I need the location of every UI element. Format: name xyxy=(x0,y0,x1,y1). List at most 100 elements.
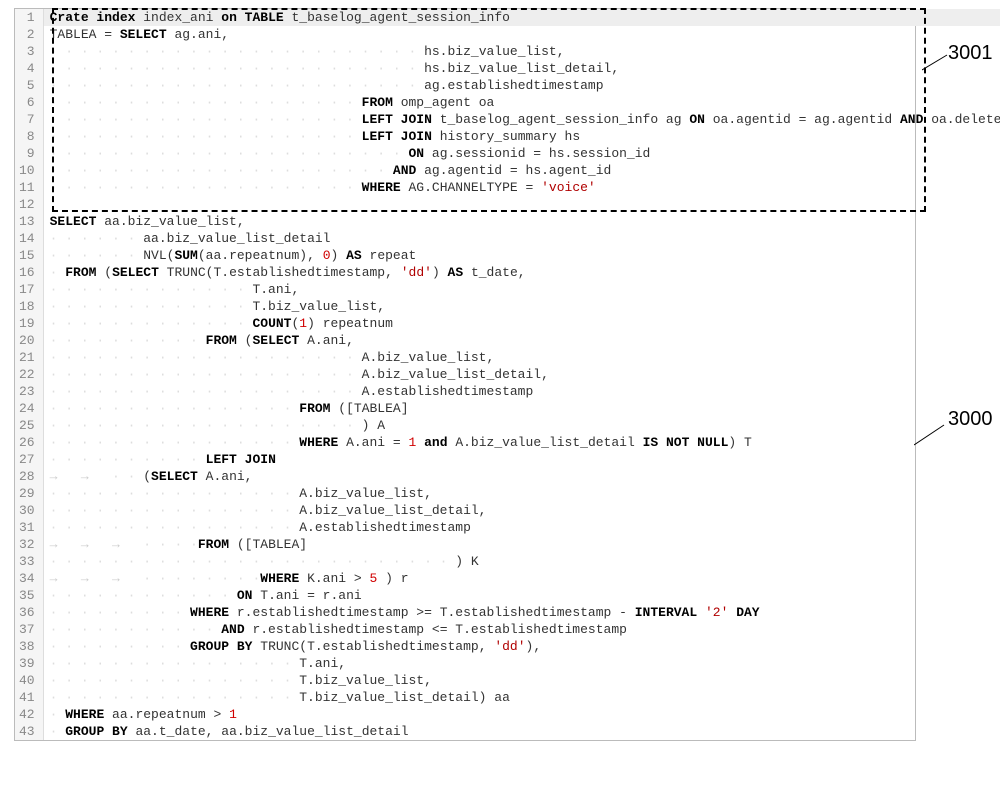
code-content: · GROUP BY aa.t_date, aa.biz_value_list_… xyxy=(43,723,1000,740)
page-root: 1Crate index index_ani on TABLE t_baselo… xyxy=(0,0,1000,804)
line-number: 13 xyxy=(15,213,43,230)
code-line: 15· · · · · · NVL(SUM(aa.repeatnum), 0) … xyxy=(15,247,1000,264)
code-line: 14· · · · · · aa.biz_value_list_detail xyxy=(15,230,1000,247)
code-line: 31· · · · · · · · · · · · · · · · A.esta… xyxy=(15,519,1000,536)
code-line: 8· · · · · · · · · · · · · · · · · · · ·… xyxy=(15,128,1000,145)
line-number: 42 xyxy=(15,706,43,723)
code-line: 9· · · · · · · · · · · · · · · · · · · ·… xyxy=(15,145,1000,162)
line-number: 27 xyxy=(15,451,43,468)
code-table: 1Crate index index_ani on TABLE t_baselo… xyxy=(15,9,1000,740)
line-number: 16 xyxy=(15,264,43,281)
line-number: 22 xyxy=(15,366,43,383)
code-content: → → · · (SELECT A.ani, xyxy=(43,468,1000,485)
code-line: 21· · · · · · · · · · · · · · · · · · · … xyxy=(15,349,1000,366)
line-number: 38 xyxy=(15,638,43,655)
code-line: 11· · · · · · · · · · · · · · · · · · · … xyxy=(15,179,1000,196)
code-content: · FROM (SELECT TRUNC(T.establishedtimest… xyxy=(43,264,1000,281)
code-line: 13SELECT aa.biz_value_list, xyxy=(15,213,1000,230)
code-line: 4· · · · · · · · · · · · · · · · · · · ·… xyxy=(15,60,1000,77)
code-content: · · · · · · · · · · · · · · · · · · · · … xyxy=(43,417,1000,434)
line-number: 29 xyxy=(15,485,43,502)
line-number: 25 xyxy=(15,417,43,434)
line-number: 35 xyxy=(15,587,43,604)
line-number: 24 xyxy=(15,400,43,417)
code-content: · · · · · · · · · · · · · · · · T.biz_va… xyxy=(43,689,1000,706)
line-number: 3 xyxy=(15,43,43,60)
code-line: 32→ → → · · · ·FROM ([TABLEA] xyxy=(15,536,1000,553)
code-line: 29· · · · · · · · · · · · · · · · A.biz_… xyxy=(15,485,1000,502)
code-line: 27· · · · · · · · · · LEFT JOIN xyxy=(15,451,1000,468)
code-content: SELECT aa.biz_value_list, xyxy=(43,213,1000,230)
line-number: 14 xyxy=(15,230,43,247)
line-number: 39 xyxy=(15,655,43,672)
code-content: · · · · · · · · · · · · · · · · · · · · … xyxy=(43,128,1000,145)
code-content: · WHERE aa.repeatnum > 1 xyxy=(43,706,1000,723)
code-line: 28→ → · · (SELECT A.ani, xyxy=(15,468,1000,485)
code-line: 5· · · · · · · · · · · · · · · · · · · ·… xyxy=(15,77,1000,94)
code-content: Crate index index_ani on TABLE t_baselog… xyxy=(43,9,1000,26)
code-content: · · · · · · · · · · · · · · · · T.biz_va… xyxy=(43,672,1000,689)
line-number: 1 xyxy=(15,9,43,26)
code-line: 10· · · · · · · · · · · · · · · · · · · … xyxy=(15,162,1000,179)
code-content: · · · · · · aa.biz_value_list_detail xyxy=(43,230,1000,247)
line-number: 17 xyxy=(15,281,43,298)
line-number: 8 xyxy=(15,128,43,145)
code-line: 25· · · · · · · · · · · · · · · · · · · … xyxy=(15,417,1000,434)
code-content: · · · · · · · · · · · · · COUNT(1) repea… xyxy=(43,315,1000,332)
code-content: · · · · · · · · · · · · · · · · A.biz_va… xyxy=(43,485,1000,502)
code-line: 38· · · · · · · · · GROUP BY TRUNC(T.est… xyxy=(15,638,1000,655)
code-line: 24· · · · · · · · · · · · · · · · FROM (… xyxy=(15,400,1000,417)
line-number: 5 xyxy=(15,77,43,94)
line-number: 26 xyxy=(15,434,43,451)
line-number: 28 xyxy=(15,468,43,485)
line-number: 31 xyxy=(15,519,43,536)
line-number: 36 xyxy=(15,604,43,621)
code-content: · · · · · · · · · · FROM (SELECT A.ani, xyxy=(43,332,1000,349)
code-line: 40· · · · · · · · · · · · · · · · T.biz_… xyxy=(15,672,1000,689)
code-line: 12 xyxy=(15,196,1000,213)
code-line: 23· · · · · · · · · · · · · · · · · · · … xyxy=(15,383,1000,400)
code-line: 43· GROUP BY aa.t_date, aa.biz_value_lis… xyxy=(15,723,1000,740)
code-line: 26· · · · · · · · · · · · · · · · WHERE … xyxy=(15,434,1000,451)
line-number: 2 xyxy=(15,26,43,43)
annotation-3000-label: 3000 xyxy=(948,408,993,431)
code-content: · · · · · · · · · · · AND r.establishedt… xyxy=(43,621,1000,638)
code-content xyxy=(43,196,1000,213)
line-number: 30 xyxy=(15,502,43,519)
code-content: · · · · · · · · · · · · · · · · · · · · … xyxy=(43,111,1000,128)
line-number: 40 xyxy=(15,672,43,689)
code-line: 37· · · · · · · · · · · AND r.establishe… xyxy=(15,621,1000,638)
line-number: 9 xyxy=(15,145,43,162)
code-line: 20· · · · · · · · · · FROM (SELECT A.ani… xyxy=(15,332,1000,349)
line-number: 37 xyxy=(15,621,43,638)
code-content: TABLEA = SELECT ag.ani, xyxy=(43,26,1000,43)
code-content: · · · · · · · · · · · · ON T.ani = r.ani xyxy=(43,587,1000,604)
code-line: 41· · · · · · · · · · · · · · · · T.biz_… xyxy=(15,689,1000,706)
code-line: 1Crate index index_ani on TABLE t_baselo… xyxy=(15,9,1000,26)
code-content: · · · · · · · · · · · · · · · · · · · · … xyxy=(43,77,1000,94)
code-content: · · · · · · · · · WHERE r.establishedtim… xyxy=(43,604,1000,621)
code-content: · · · · · · · · · · · · · · · · · · · · … xyxy=(43,94,1000,111)
code-line: 7· · · · · · · · · · · · · · · · · · · ·… xyxy=(15,111,1000,128)
code-line: 6· · · · · · · · · · · · · · · · · · · ·… xyxy=(15,94,1000,111)
code-content: · · · · · · · · · · · · · · · · · · · · … xyxy=(43,366,1000,383)
code-content: → → → · · · · · · · ·WHERE K.ani > 5 ) r xyxy=(43,570,1000,587)
code-line: 18· · · · · · · · · · · · · T.biz_value_… xyxy=(15,298,1000,315)
code-line: 2TABLEA = SELECT ag.ani, xyxy=(15,26,1000,43)
line-number: 43 xyxy=(15,723,43,740)
code-line: 39· · · · · · · · · · · · · · · · T.ani, xyxy=(15,655,1000,672)
line-number: 11 xyxy=(15,179,43,196)
line-number: 20 xyxy=(15,332,43,349)
line-number: 18 xyxy=(15,298,43,315)
code-content: · · · · · · · · · · · · · · · · FROM ([T… xyxy=(43,400,1000,417)
code-line: 34→ → → · · · · · · · ·WHERE K.ani > 5 )… xyxy=(15,570,1000,587)
code-content: · · · · · · · · · · · · · · · · · · · · … xyxy=(43,145,1000,162)
line-number: 15 xyxy=(15,247,43,264)
line-number: 32 xyxy=(15,536,43,553)
line-number: 12 xyxy=(15,196,43,213)
line-number: 7 xyxy=(15,111,43,128)
code-line: 36· · · · · · · · · WHERE r.establishedt… xyxy=(15,604,1000,621)
code-line: 35· · · · · · · · · · · · ON T.ani = r.a… xyxy=(15,587,1000,604)
line-number: 4 xyxy=(15,60,43,77)
code-content: · · · · · · · · · · · · · · · · · · · · … xyxy=(43,349,1000,366)
